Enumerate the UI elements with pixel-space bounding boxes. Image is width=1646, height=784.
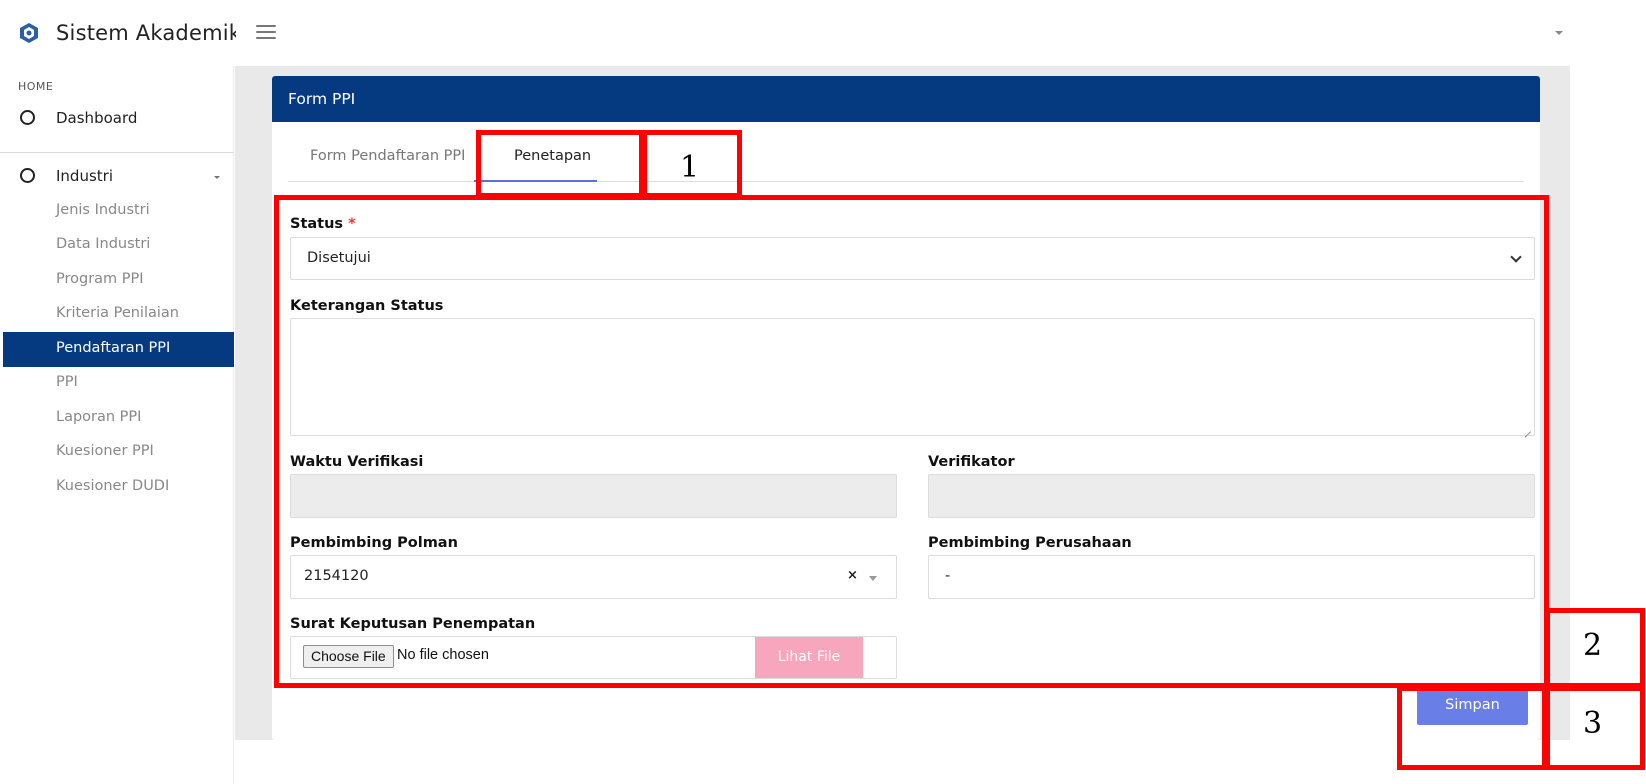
annotation-box-form — [274, 195, 1549, 688]
user-menu-caret-icon[interactable] — [1555, 31, 1563, 35]
annotation-box-1-tab — [476, 130, 644, 198]
sidebar-item-dashboard[interactable]: Dashboard — [0, 104, 234, 134]
top-navbar: Sistem Akademik — [0, 0, 1570, 66]
sidebar-subitem-kuesioner-ppi[interactable]: Kuesioner PPI — [3, 435, 234, 470]
app-title: Sistem Akademik — [56, 21, 236, 45]
circle-icon — [20, 110, 35, 125]
hamburger-menu-icon[interactable] — [256, 25, 276, 41]
sidebar-subitem-kuesioner-dudi[interactable]: Kuesioner DUDI — [3, 470, 234, 505]
sidebar-subitem-jenis-industri[interactable]: Jenis Industri — [3, 194, 234, 229]
chevron-down-icon — [214, 176, 220, 179]
sidebar-subitem-label: Jenis Industri — [56, 202, 150, 218]
sidebar-divider — [0, 152, 234, 153]
annotation-number-1: 1 — [680, 150, 700, 185]
sidebar-subitem-label: Kuesioner DUDI — [56, 478, 170, 494]
tab-bar: Form Pendaftaran PPI Penetapan — [288, 132, 1524, 182]
annotation-number-3: 3 — [1583, 706, 1603, 741]
tab-form-pendaftaran-ppi[interactable]: Form Pendaftaran PPI — [310, 148, 465, 164]
sidebar-subitem-label: Pendaftaran PPI — [56, 340, 171, 356]
sidebar-subitem-laporan-ppi[interactable]: Laporan PPI — [3, 401, 234, 436]
sidebar-subitem-data-industri[interactable]: Data Industri — [3, 228, 234, 263]
sidebar-item-label: Industri — [56, 167, 113, 185]
circle-icon — [20, 168, 35, 183]
annotation-number-2: 2 — [1583, 628, 1603, 663]
sidebar-subitem-pendaftaran-ppi[interactable]: Pendaftaran PPI — [3, 332, 234, 367]
sidebar-section-label: HOME — [18, 80, 54, 93]
sidebar-subitem-kriteria-penilaian[interactable]: Kriteria Penilaian — [3, 297, 234, 332]
card-title: Form PPI — [288, 90, 356, 108]
sidebar-subitem-program-ppi[interactable]: Program PPI — [3, 263, 234, 298]
sidebar-item-industri[interactable]: Industri — [0, 162, 234, 192]
annotation-box-submit — [1397, 686, 1547, 770]
sidebar-subitem-label: Laporan PPI — [56, 409, 142, 425]
sidebar-subitem-label: Kriteria Penilaian — [56, 305, 179, 321]
school-logo-icon — [20, 23, 38, 43]
sidebar-subitem-label: Kuesioner PPI — [56, 443, 154, 459]
card-header: Form PPI — [272, 76, 1540, 122]
sidebar-subitem-label: Program PPI — [56, 271, 144, 287]
sidebar-subitem-ppi[interactable]: PPI — [3, 366, 234, 401]
sidebar-item-label: Dashboard — [56, 109, 138, 127]
sidebar-subitem-label: PPI — [56, 374, 78, 390]
sidebar: HOME Dashboard Industri Jenis Industri D… — [0, 66, 234, 784]
sidebar-subitem-label: Data Industri — [56, 236, 151, 252]
